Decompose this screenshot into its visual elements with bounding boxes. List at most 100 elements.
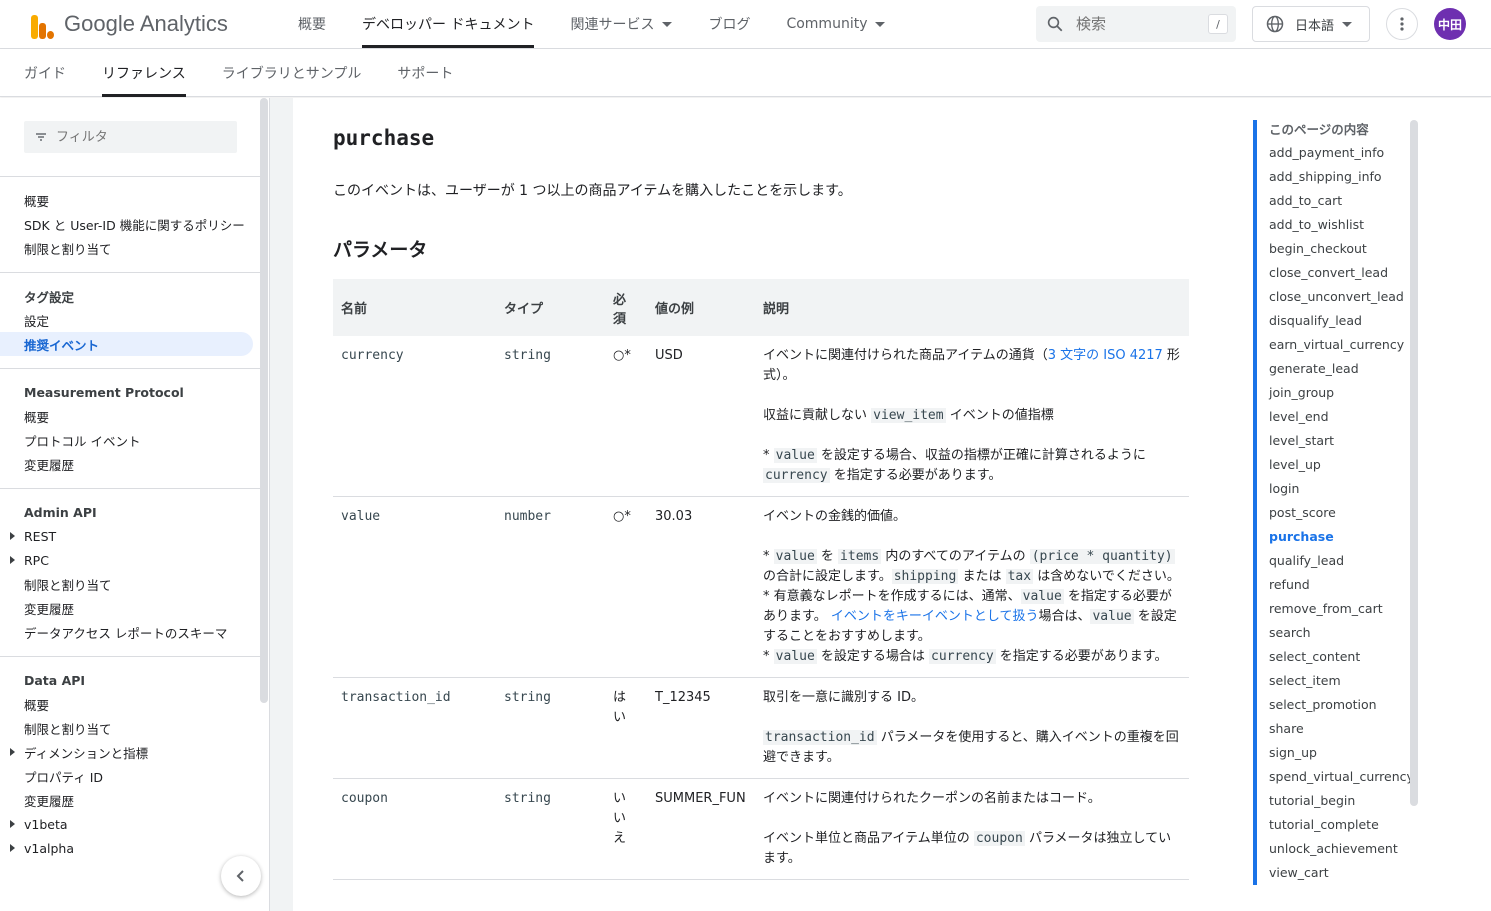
top-nav-label: デベロッパー ドキュメント [362,17,535,33]
expand-arrow-icon[interactable] [10,556,15,564]
sidebar-item[interactable]: プロパティ ID [0,764,260,788]
expand-arrow-icon[interactable] [10,820,15,828]
tab-3[interactable]: サポート [379,49,471,97]
sidebar-item-label: プロパティ ID [24,769,104,785]
expand-arrow-icon[interactable] [10,844,15,852]
sidebar-item-label: Data API [24,672,86,688]
toc-item[interactable]: add_to_wishlist [1269,212,1414,236]
toc-indicator-bar [1253,120,1257,885]
logo-text: Google Analytics [64,11,228,36]
sidebar-item[interactable]: v1alpha [0,836,260,860]
tab-0[interactable]: ガイド [6,49,84,97]
sidebar-item[interactable]: 変更履歴 [0,596,260,620]
sidebar-item[interactable]: 設定 [0,308,260,332]
param-description: イベントに関連付けられたクーポンの名前またはコード。 イベント単位と商品アイテム… [755,778,1189,880]
toc-item[interactable]: remove_from_cart [1269,596,1414,620]
language-selector[interactable]: 日本語 [1252,6,1370,42]
toc-item[interactable]: search [1269,620,1414,644]
filter-input[interactable] [56,129,226,145]
toc-item[interactable]: purchase [1269,524,1414,548]
toc-item[interactable]: earn_virtual_currency [1269,332,1414,356]
tab-2[interactable]: ライブラリとサンプル [204,49,380,97]
col-header-name: 名前 [333,279,496,336]
sidebar-item[interactable]: 変更履歴 [0,788,260,812]
sidebar-item[interactable]: 概要 [0,404,260,428]
collapse-sidebar-button[interactable] [221,856,261,896]
search-box[interactable]: / [1036,6,1236,42]
top-nav-item-1[interactable]: デベロッパー ドキュメント [344,0,552,48]
toc-item[interactable]: refund [1269,572,1414,596]
toc-item[interactable]: level_end [1269,404,1414,428]
toc-item[interactable]: spend_virtual_currency [1269,764,1414,788]
toc-item[interactable]: tutorial_begin [1269,788,1414,812]
toc-item[interactable]: level_up [1269,452,1414,476]
sidebar-item-label: v1alpha [24,840,74,856]
sidebar-item[interactable]: 制限と割り当て [0,572,260,596]
toc-item[interactable]: login [1269,476,1414,500]
user-avatar[interactable]: 中田 [1434,8,1466,40]
sidebar-item-label: 制限と割り当て [24,721,112,737]
toc-item[interactable]: tutorial_complete [1269,812,1414,836]
toc-item[interactable]: add_to_cart [1269,188,1414,212]
toc-item[interactable]: view_cart [1269,860,1414,884]
toc-item[interactable]: join_group [1269,380,1414,404]
toc-item[interactable]: sign_up [1269,740,1414,764]
sidebar-item[interactable]: プロトコル イベント [0,428,260,452]
sidebar-item[interactable]: 制限と割り当て [0,236,260,260]
sidebar-item[interactable]: 概要 [0,188,260,212]
filter-box[interactable] [24,121,237,153]
key-event-link[interactable]: イベントをキーイベントとして扱う [831,609,1039,624]
toc-item[interactable]: disqualify_lead [1269,308,1414,332]
toc-item[interactable]: begin_checkout [1269,236,1414,260]
sidebar-group: Data API 概要制限と割り当てディメンションと指標プロパティ ID 変更履歴 v… [0,668,260,860]
toc-item[interactable]: select_content [1269,644,1414,668]
top-nav-label: Community [786,16,868,32]
param-type: string [504,690,551,705]
expand-arrow-icon[interactable] [10,748,15,756]
toc-item[interactable]: add_shipping_info [1269,164,1414,188]
sidebar-scrollbar[interactable] [260,98,268,703]
google-analytics-logo[interactable]: Google Analytics [28,9,228,39]
sidebar-item: Admin API [0,500,260,524]
more-options-button[interactable] [1386,8,1418,40]
toc-item[interactable]: post_score [1269,500,1414,524]
toc-item[interactable]: close_unconvert_lead [1269,284,1414,308]
tab-1[interactable]: リファレンス [84,49,204,97]
sidebar-item[interactable]: RPC [0,548,260,572]
toc-item[interactable]: qualify_lead [1269,548,1414,572]
sidebar-item[interactable]: ディメンションと指標 [0,740,260,764]
toc-scrollbar[interactable] [1410,120,1418,806]
sidebar-item[interactable]: 制限と割り当て [0,716,260,740]
sidebar-item[interactable]: 概要 [0,692,260,716]
sidebar-item-label: 変更履歴 [24,793,75,809]
sidebar-item-label: Measurement Protocol [24,384,184,400]
sidebar-divider [0,656,260,657]
sidebar-item[interactable]: 推奨イベント [0,332,253,356]
sidebar-item-label: 変更履歴 [24,457,75,473]
toc-item[interactable]: select_promotion [1269,692,1414,716]
sidebar-item[interactable]: REST [0,524,260,548]
table-row: coupon string いいえ SUMMER_FUN イベントに関連付けられ… [333,778,1189,880]
search-input[interactable] [1076,6,1196,42]
search-icon [1047,16,1063,32]
top-nav-item-2[interactable]: 関連サービス [552,0,690,48]
toc-item[interactable]: close_convert_lead [1269,260,1414,284]
toc-item[interactable]: select_item [1269,668,1414,692]
iso-4217-link[interactable]: 3 文字の ISO 4217 [1048,348,1163,363]
toc-item[interactable]: unlock_achievement [1269,836,1414,860]
toc-item[interactable]: add_payment_info [1269,140,1414,164]
toc-item[interactable]: level_start [1269,428,1414,452]
toc-item[interactable]: generate_lead [1269,356,1414,380]
top-nav-item-0[interactable]: 概要 [280,0,344,48]
sidebar-item[interactable]: 変更履歴 [0,452,260,476]
top-nav-item-3[interactable]: ブログ [690,0,768,48]
col-header-required: 必須 [605,279,647,336]
sidebar-item[interactable]: データアクセス レポートのスキーマ [0,620,260,644]
sidebar-item-label: タグ設定 [24,289,75,305]
sidebar-item[interactable]: v1beta [0,812,260,836]
expand-arrow-icon[interactable] [10,532,15,540]
toc-item[interactable]: share [1269,716,1414,740]
globe-icon [1266,15,1284,33]
top-nav-item-4[interactable]: Community [768,0,903,48]
sidebar-item[interactable]: SDK と User-ID 機能に関するポリシー [0,212,260,236]
